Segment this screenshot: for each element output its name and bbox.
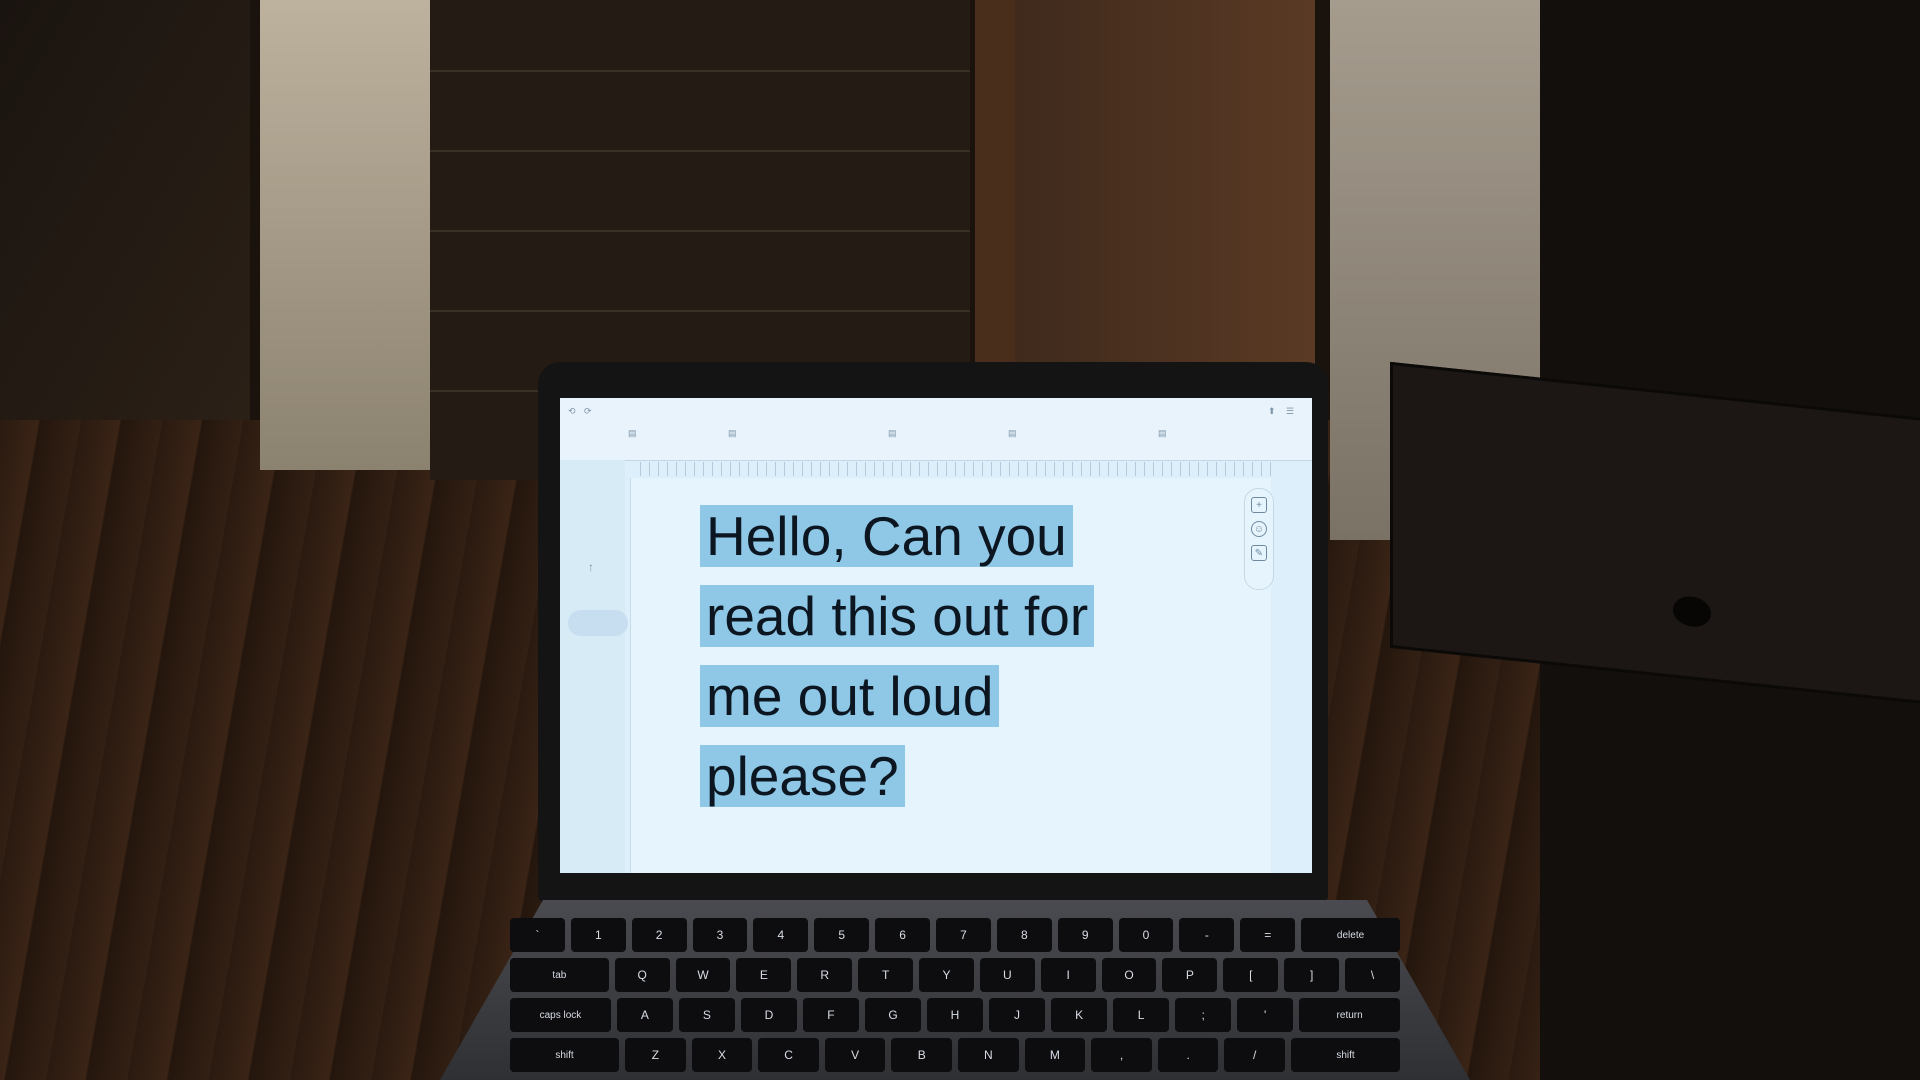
key[interactable]: V — [824, 1038, 886, 1072]
key[interactable]: Y — [919, 958, 974, 992]
key[interactable]: X — [691, 1038, 753, 1072]
document-line-4: please? — [700, 745, 905, 807]
document-line-3: me out loud — [700, 665, 1000, 727]
key[interactable]: ; — [1175, 998, 1232, 1032]
key[interactable]: 2 — [631, 918, 687, 952]
format-button[interactable]: ▤ — [728, 428, 737, 439]
key[interactable]: S — [678, 998, 735, 1032]
key[interactable]: 5 — [814, 918, 870, 952]
toolbar-style-row: ▤ ▤ ▤ ▤ ▤ — [568, 428, 1304, 442]
key[interactable]: shift — [1291, 1038, 1401, 1072]
key[interactable]: 0 — [1118, 918, 1174, 952]
door-frame — [975, 0, 1015, 400]
undo-icon[interactable]: ⟲ — [568, 406, 576, 417]
document-line-2: read this out for — [700, 585, 1095, 647]
stair-step — [430, 150, 970, 152]
sidebar-pill[interactable] — [568, 610, 628, 636]
key[interactable]: 9 — [1057, 918, 1113, 952]
keyboard: ` 1 2 3 4 5 6 7 8 9 0- = delete tab Q W E R T Y U I O P[] \ cap… — [510, 918, 1401, 1080]
key-row-top: tab Q W E R T Y U I O P[] \ — [510, 958, 1400, 992]
key[interactable]: J — [989, 998, 1046, 1032]
key[interactable]: M — [1024, 1038, 1086, 1072]
key[interactable]: caps lock — [510, 998, 611, 1032]
chair — [0, 0, 250, 420]
style-button[interactable]: ▤ — [628, 428, 637, 439]
key[interactable]: = — [1240, 918, 1296, 952]
key-row-home: caps lock A S D F G H J K L; ' return — [510, 998, 1401, 1032]
key[interactable]: / — [1224, 1038, 1285, 1072]
layout-button[interactable]: ▤ — [888, 428, 897, 439]
key[interactable]: return — [1299, 998, 1401, 1032]
key[interactable]: 6 — [875, 918, 931, 952]
key[interactable]: 4 — [753, 918, 809, 952]
key[interactable]: 7 — [936, 918, 991, 952]
insert-button[interactable]: ▤ — [1008, 428, 1017, 439]
key[interactable]: K — [1051, 998, 1108, 1032]
key[interactable]: \ — [1345, 958, 1400, 992]
side-tool-strip: + ☺ ✎ — [1244, 488, 1274, 590]
tools-button[interactable]: ▤ — [1158, 428, 1167, 439]
key[interactable]: H — [927, 998, 984, 1032]
document-line-1: Hello, Can you — [700, 505, 1073, 567]
left-sidebar: ↑ — [560, 460, 628, 873]
redo-icon[interactable]: ⟳ — [584, 406, 592, 417]
key[interactable]: F — [802, 998, 859, 1032]
add-comment-icon[interactable]: + — [1251, 497, 1267, 513]
emoji-icon[interactable]: ☺ — [1251, 521, 1267, 537]
key[interactable]: - — [1179, 918, 1235, 952]
stair-step — [430, 70, 970, 72]
key[interactable]: B — [891, 1038, 953, 1072]
key[interactable]: shift — [510, 1038, 620, 1072]
key[interactable]: T — [858, 958, 914, 992]
key-row-bottom: shift Z X C V B N M,. / shift — [510, 1038, 1401, 1072]
key[interactable]: delete — [1301, 918, 1400, 952]
toolbar-top-row: ⟲ ⟳ ⬆ ☰ — [568, 406, 1304, 420]
document-text[interactable]: Hello, Can you read this out for me out … — [700, 496, 1140, 816]
key[interactable]: I — [1040, 958, 1096, 992]
key[interactable]: U — [979, 958, 1035, 992]
sidebar-arrow-icon[interactable]: ↑ — [588, 560, 594, 574]
share-icon[interactable]: ⬆ — [1268, 406, 1276, 417]
key[interactable]: P — [1162, 958, 1218, 992]
key[interactable]: ` — [510, 918, 565, 952]
toolbar: ⟲ ⟳ ⬆ ☰ ▤ ▤ ▤ ▤ ▤ — [560, 398, 1312, 461]
key[interactable]: L — [1113, 998, 1170, 1032]
key[interactable]: 3 — [692, 918, 748, 952]
door — [1015, 0, 1315, 380]
stair-step — [430, 310, 970, 312]
key[interactable]: ] — [1284, 958, 1340, 992]
key[interactable]: Z — [625, 1038, 686, 1072]
key[interactable]: G — [864, 998, 921, 1032]
key[interactable]: Q — [614, 958, 670, 992]
key[interactable]: W — [675, 958, 731, 992]
key[interactable]: , — [1091, 1038, 1152, 1072]
key[interactable]: R — [797, 958, 853, 992]
key[interactable]: D — [740, 998, 797, 1032]
laptop-screen: ⟲ ⟳ ⬆ ☰ ▤ ▤ ▤ ▤ ▤ ↑ Hello, Can you read … — [560, 398, 1312, 873]
key[interactable]: A — [616, 998, 673, 1032]
key[interactable]: 8 — [996, 918, 1052, 952]
suggest-edit-icon[interactable]: ✎ — [1251, 545, 1267, 561]
key[interactable]: 1 — [570, 918, 626, 952]
menu-icon[interactable]: ☰ — [1286, 406, 1294, 417]
drawer-knob — [1673, 594, 1711, 629]
key[interactable]: tab — [510, 958, 609, 992]
key-row-numbers: ` 1 2 3 4 5 6 7 8 9 0- = delete — [510, 918, 1400, 952]
key[interactable]: . — [1157, 1038, 1219, 1072]
key[interactable]: N — [958, 1038, 1019, 1072]
ruler[interactable] — [640, 462, 1272, 476]
open-drawer — [1390, 361, 1920, 705]
key[interactable]: [ — [1223, 958, 1279, 992]
key[interactable]: ' — [1237, 998, 1294, 1032]
key[interactable]: E — [736, 958, 792, 992]
key[interactable]: C — [758, 1038, 819, 1072]
stair-step — [430, 230, 970, 232]
key[interactable]: O — [1101, 958, 1157, 992]
